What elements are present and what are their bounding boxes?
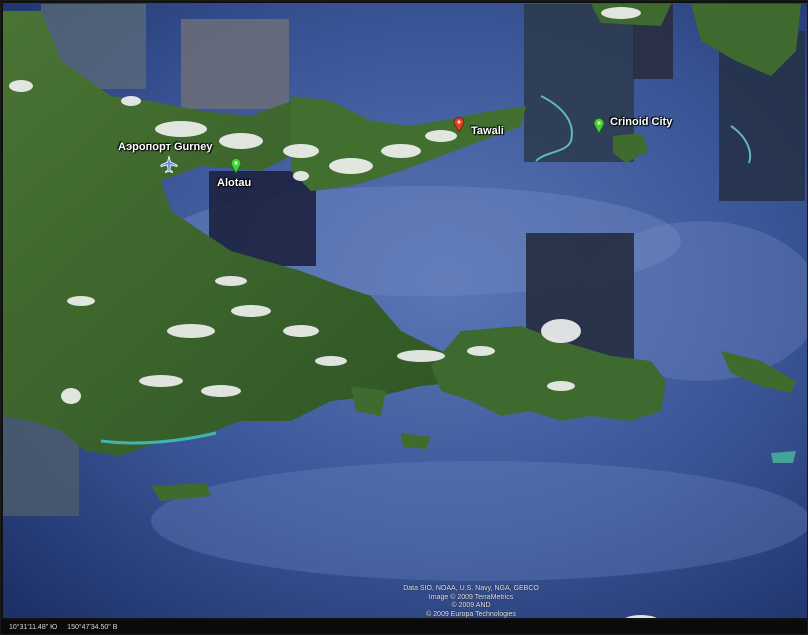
green-pin-icon[interactable] — [593, 118, 605, 134]
ocean-haze — [151, 461, 807, 581]
satellite-map[interactable]: Аэропорт Gurney Alotau Tawali Crinoid Ci… — [0, 0, 808, 635]
map-imagery — [1, 1, 807, 627]
attribution-line: © 2009 Europa Technologies — [426, 610, 516, 618]
attribution-line: © 2009 AND — [451, 602, 491, 609]
attribution-line: Data SIO, NOAA, U.S. Navy, NGA, GEBCO — [403, 585, 539, 592]
alotau-label[interactable]: Alotau — [217, 177, 251, 189]
tawali-label[interactable]: Tawali — [471, 125, 504, 137]
coordinates-status-bar: 10°31'11.48" Ю 150°47'34.50" В — [1, 620, 807, 634]
latitude-readout: 10°31'11.48" Ю — [9, 624, 58, 631]
island — [771, 451, 796, 463]
green-pin-icon[interactable] — [230, 158, 242, 174]
imagery-tile — [181, 19, 289, 109]
attribution-line: Image © 2009 TerraMetrics — [428, 593, 514, 601]
airplane-icon[interactable] — [159, 154, 179, 174]
red-pin-icon[interactable] — [453, 117, 465, 133]
crinoid-city-label[interactable]: Crinoid City — [610, 116, 672, 128]
longitude-readout: 150°47'34.50" В — [67, 624, 118, 631]
airport-label[interactable]: Аэропорт Gurney — [118, 141, 212, 153]
map-attribution: Data SIO, NOAA, U.S. Navy, NGA, GEBCO Im… — [371, 585, 571, 619]
